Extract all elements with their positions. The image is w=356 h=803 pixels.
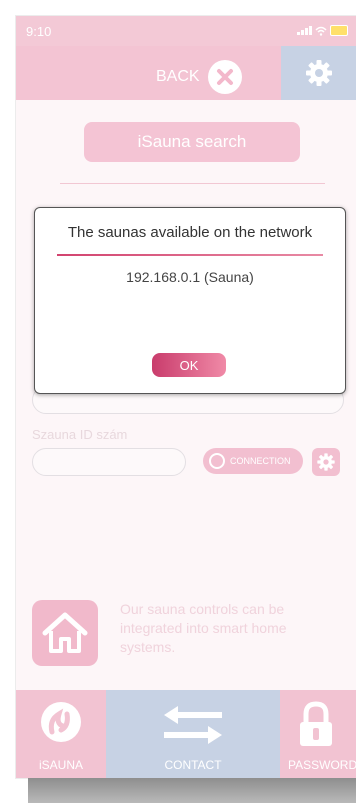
dialog-title: The saunas available on the network <box>67 224 313 241</box>
smart-home-text: Our sauna controls can be integrated int… <box>120 601 287 655</box>
sauna-id-label: Szauna ID szám <box>32 427 128 442</box>
isauna-logo-icon <box>41 702 81 742</box>
refresh-icon <box>209 453 225 469</box>
connection-label: CONNECTION <box>230 456 291 466</box>
nav-password-label: PASSWORD <box>288 758 356 772</box>
swap-arrows-icon <box>164 706 222 744</box>
sauna-id-field[interactable] <box>32 448 186 476</box>
signal-icon <box>297 26 312 35</box>
app-screen: 9:10 BACK iSauna search Szauna ID szám C… <box>16 16 356 778</box>
sauna-list-dialog: The saunas available on the network 192.… <box>34 207 346 394</box>
status-icons <box>297 25 348 36</box>
nav-contact-label: CONTACT <box>164 758 222 772</box>
nav-isauna[interactable]: iSAUNA <box>16 690 106 778</box>
nav-isauna-label: iSAUNA <box>38 758 83 772</box>
settings-button[interactable] <box>281 46 356 100</box>
divider <box>60 183 325 184</box>
ok-button[interactable]: OK <box>152 353 226 377</box>
connection-button[interactable]: CONNECTION <box>203 448 303 474</box>
back-button[interactable]: BACK <box>156 60 242 94</box>
battery-icon <box>330 25 348 36</box>
gear-icon <box>317 453 335 471</box>
sauna-list-item[interactable]: 192.168.0.1 (Sauna) <box>35 269 345 285</box>
nav-password[interactable]: PASSWORD <box>280 690 356 778</box>
isauna-search-button[interactable]: iSauna search <box>84 122 300 162</box>
bottom-nav: iSAUNA CONTACT PASSWORD <box>16 690 356 778</box>
device-shadow <box>28 778 356 803</box>
gear-icon <box>305 60 332 86</box>
back-label: BACK <box>156 68 200 85</box>
status-time: 9:10 <box>26 24 52 39</box>
dialog-divider <box>57 254 323 256</box>
smart-home-icon <box>32 600 98 666</box>
wifi-icon <box>315 26 327 36</box>
top-bar: BACK <box>16 46 356 100</box>
nav-contact[interactable]: CONTACT <box>106 690 280 778</box>
padlock-icon <box>300 701 332 746</box>
close-icon <box>207 60 242 94</box>
id-settings-button[interactable] <box>312 448 340 476</box>
status-bar: 9:10 <box>16 16 356 46</box>
